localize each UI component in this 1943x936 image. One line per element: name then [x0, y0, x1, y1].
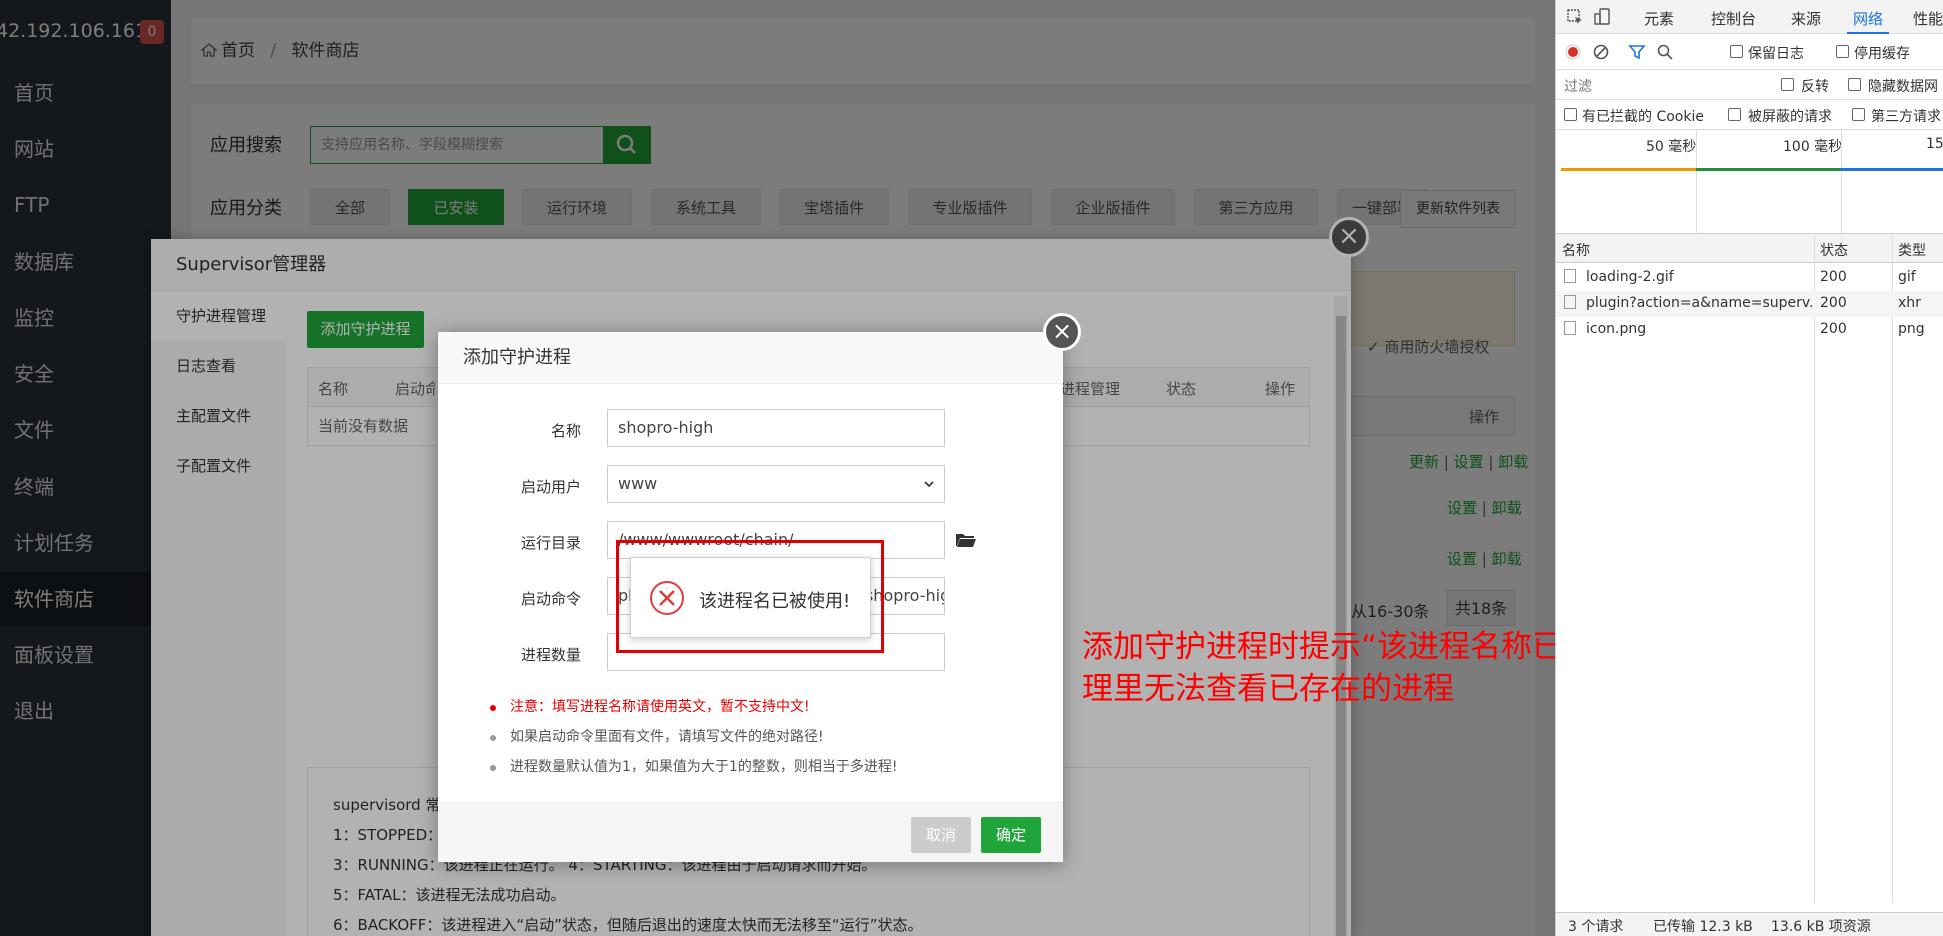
- tab-console[interactable]: 控制台: [1711, 8, 1756, 29]
- annotation-box: [616, 540, 884, 653]
- inspect-icon[interactable]: [1566, 8, 1584, 26]
- disable-cache-label: 停用缓存: [1854, 46, 1910, 62]
- status-resources: 13.6 kB 项资源: [1771, 919, 1871, 935]
- timeline-tick: 100 毫秒: [1783, 139, 1843, 155]
- folder-icon[interactable]: [955, 532, 977, 548]
- preserve-log-label: 保留日志: [1748, 46, 1804, 62]
- blocked-requests-checkbox[interactable]: [1728, 108, 1741, 121]
- device-toolbar-icon[interactable]: [1594, 8, 1612, 26]
- add-dialog-footer: 取消 确定: [438, 802, 1063, 862]
- request-name: icon.png: [1586, 321, 1647, 337]
- timeline-bar: [1561, 168, 1696, 171]
- count-label: 进程数量: [520, 646, 581, 664]
- filter-icon[interactable]: [1628, 43, 1646, 61]
- add-dialog-title: 添加守护进程: [438, 332, 1063, 384]
- col-request-name[interactable]: 名称: [1562, 240, 1590, 260]
- request-table-header: 名称 状态 类型: [1556, 233, 1943, 263]
- note-item: 如果启动命令里面有文件，请填写文件的绝对路径!: [490, 722, 1050, 752]
- third-party-checkbox[interactable]: [1852, 108, 1865, 121]
- blocked-requests-label: 被屏蔽的请求: [1748, 109, 1832, 125]
- filter-row: 过滤 反转 隐藏数据网: [1556, 70, 1943, 100]
- request-type: xhr: [1898, 295, 1921, 311]
- request-name: loading-2.gif: [1586, 269, 1674, 285]
- request-status: 200: [1820, 269, 1847, 285]
- search-icon[interactable]: [1656, 43, 1674, 61]
- request-name: plugin?action=a&name=superv...: [1586, 295, 1812, 311]
- close-icon: ×: [1051, 317, 1073, 345]
- hide-data-urls-checkbox[interactable]: [1848, 78, 1861, 91]
- request-type: png: [1898, 321, 1925, 337]
- devtools-tabbar: 元素 控制台 来源 网络 性能: [1556, 0, 1943, 34]
- user-label: 启动用户: [520, 478, 581, 496]
- request-row[interactable]: icon.png 200 png: [1556, 317, 1943, 343]
- name-label: 名称: [550, 422, 581, 440]
- request-row[interactable]: loading-2.gif 200 gif: [1556, 265, 1943, 291]
- tab-sources[interactable]: 来源: [1791, 8, 1821, 29]
- cancel-button[interactable]: 取消: [911, 817, 971, 853]
- preserve-log-checkbox[interactable]: [1730, 45, 1743, 58]
- dir-label: 运行目录: [520, 534, 581, 552]
- third-party-label: 第三方请求: [1871, 109, 1941, 125]
- chevron-down-icon: [924, 481, 934, 488]
- note-item: 进程数量默认值为1，如果值为大于1的整数，则相当于多进程!: [490, 752, 1050, 782]
- network-status-bar: 3 个请求 已传输 12.3 kB 13.6 kB 项资源: [1556, 912, 1943, 936]
- filter-input[interactable]: 过滤: [1564, 76, 1764, 96]
- notes-list: 注意：填写进程名称请使用英文，暂不支持中文! 如果启动命令里面有文件，请填写文件…: [490, 692, 1050, 782]
- network-timeline: 50 毫秒 100 毫秒 150: [1556, 130, 1943, 233]
- invert-checkbox[interactable]: [1781, 78, 1794, 91]
- col-request-type[interactable]: 类型: [1898, 240, 1926, 260]
- image-file-icon: [1564, 321, 1576, 335]
- request-status: 200: [1820, 295, 1847, 311]
- user-select[interactable]: www: [607, 465, 945, 503]
- tab-network[interactable]: 网络: [1846, 8, 1890, 34]
- clear-icon[interactable]: [1592, 43, 1610, 61]
- col-request-status[interactable]: 状态: [1820, 240, 1848, 260]
- status-requests: 3 个请求: [1568, 919, 1624, 935]
- browser-page: 42.192.106.161 0 首页 网站 FTP 数据库 监控 安全 文件 …: [0, 0, 1555, 936]
- tab-elements[interactable]: 元素: [1644, 8, 1674, 29]
- request-row[interactable]: plugin?action=a&name=superv... 200 xhr: [1556, 291, 1943, 317]
- timeline-bar: [1696, 168, 1841, 171]
- blocked-cookies-checkbox[interactable]: [1564, 108, 1577, 121]
- blocked-cookies-label: 有已拦截的 Cookie: [1582, 109, 1704, 125]
- note-item: 注意：填写进程名称请使用英文，暂不支持中文!: [490, 692, 1050, 722]
- filter-row-2: 有已拦截的 Cookie 被屏蔽的请求 第三方请求: [1556, 100, 1943, 130]
- image-file-icon: [1564, 269, 1576, 283]
- record-icon[interactable]: [1564, 43, 1582, 61]
- network-toolbar: 保留日志 停用缓存: [1556, 34, 1943, 70]
- timeline-bar: [1841, 168, 1943, 171]
- timeline-tick: 150: [1926, 136, 1943, 152]
- user-select-value: www: [618, 474, 658, 493]
- command-label: 启动命令: [520, 590, 581, 608]
- request-status: 200: [1820, 321, 1847, 337]
- timeline-tick: 50 毫秒: [1646, 139, 1697, 155]
- name-input[interactable]: shopro-high: [607, 409, 945, 447]
- devtools-panel: 元素 控制台 来源 网络 性能 保留日志 停用缓存 过滤 反转 隐藏数据网 有已…: [1555, 0, 1943, 936]
- disable-cache-checkbox[interactable]: [1836, 45, 1849, 58]
- document-file-icon: [1564, 295, 1576, 309]
- add-dialog-close-button[interactable]: ×: [1043, 313, 1081, 351]
- invert-label: 反转: [1801, 79, 1829, 95]
- request-type: gif: [1898, 269, 1916, 285]
- confirm-button[interactable]: 确定: [981, 817, 1041, 853]
- hide-data-urls-label: 隐藏数据网: [1868, 79, 1938, 95]
- tab-performance[interactable]: 性能: [1913, 8, 1943, 29]
- status-transferred: 已传输 12.3 kB: [1653, 919, 1753, 935]
